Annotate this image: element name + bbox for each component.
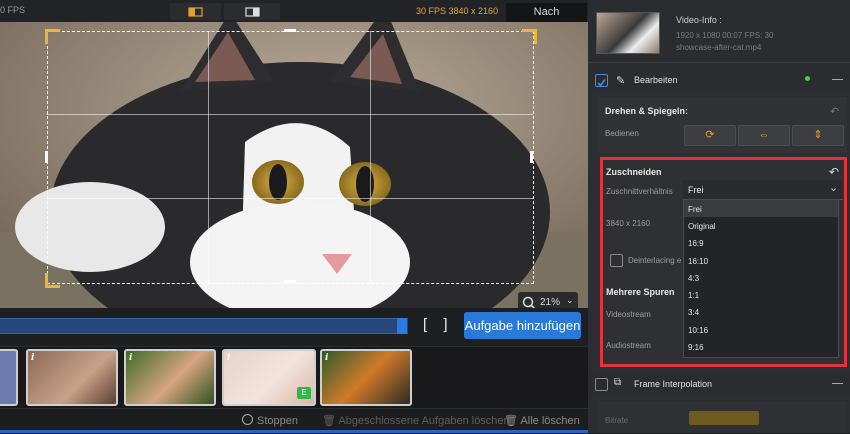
info-badge: i (31, 353, 35, 363)
ratio-option[interactable]: Frei (688, 205, 702, 214)
view-split-button[interactable] (224, 3, 280, 20)
crop-handle[interactable] (284, 29, 296, 32)
stop-button[interactable]: Stoppen (242, 414, 298, 427)
crop-handle[interactable] (45, 151, 48, 163)
stop-icon (242, 414, 253, 425)
crop-handle[interactable] (522, 29, 537, 44)
clear-completed-button[interactable]: 🗑 Abgeschlossene Aufgaben löschen (322, 414, 510, 427)
playhead-handle[interactable] (397, 318, 407, 334)
view-single-button[interactable] (170, 3, 221, 20)
clip-thumbnail[interactable]: i (320, 349, 412, 406)
operate-label: Bedienen (605, 129, 639, 138)
add-task-button[interactable]: Aufgabe hinzufügen (464, 312, 581, 339)
crop-title: Zuschneiden (606, 167, 662, 177)
clip-thumbnail[interactable]: i E (222, 349, 316, 406)
interp-icon: ⧉ (614, 377, 622, 388)
edited-badge: E (297, 387, 311, 399)
tracks-title: Mehrere Spuren (606, 287, 675, 297)
video-preview[interactable]: 21% ⌄ (0, 22, 588, 308)
edit-header: ✎ Bearbeiten (588, 66, 850, 92)
collapse-icon[interactable] (832, 383, 843, 384)
info-filename: showcase-after-cat.mp4 (676, 43, 762, 52)
timeline-track[interactable] (0, 318, 408, 334)
edit-checkbox[interactable] (595, 74, 608, 87)
crop-handle[interactable] (284, 280, 296, 283)
split-view-icon (245, 7, 260, 17)
fps-right: 30 FPS 3840 x 2160 (416, 6, 499, 16)
collapse-icon[interactable] (832, 79, 843, 80)
ratio-option[interactable]: 4:3 (688, 274, 699, 283)
trash-icon: 🗑 (504, 415, 521, 427)
video-thumbnail (596, 12, 660, 54)
clear-all-button[interactable]: 🗑 Alle löschen (504, 414, 580, 427)
flip-vertical-icon: ⇕ (813, 129, 823, 141)
info-title: Video-Info : (676, 15, 722, 25)
ratio-option[interactable]: 3:4 (688, 308, 699, 317)
fps-left: 0 FPS (0, 5, 26, 15)
bitrate-label: Bitrate (605, 416, 629, 425)
clip-thumbnail[interactable]: i (26, 349, 118, 406)
ratio-dropdown[interactable]: Frei Original 16:9 16:10 4:3 1:1 3:4 10:… (683, 199, 839, 358)
crop-handle[interactable] (45, 29, 60, 44)
ratio-value: Frei (688, 185, 704, 195)
task-bar: Stoppen 🗑 Abgeschlossene Aufgaben lösche… (0, 408, 588, 434)
reset-icon[interactable]: ↶ (829, 165, 839, 179)
crop-frame[interactable] (47, 31, 534, 284)
ratio-option[interactable]: 16:10 (688, 257, 708, 266)
zoom-value: 21% (540, 297, 561, 308)
grid-line (47, 114, 533, 115)
interp-checkbox[interactable] (595, 378, 608, 391)
info-meta: 1920 x 1080 00:07 FPS: 30 (676, 31, 774, 40)
preview-toolbar: 0 FPS 30 FPS 3840 x 2160 Nach (0, 0, 588, 22)
interp-section: Bitrate (597, 401, 847, 433)
flip-horizontal-icon: ⇔ (758, 129, 770, 141)
info-badge: i (129, 353, 133, 363)
video-info: Video-Info : 1920 x 1080 00:07 FPS: 30 s… (588, 0, 850, 63)
edit-label: Bearbeiten (634, 75, 678, 85)
info-badge: i (325, 353, 329, 363)
ratio-label: Zuschnittverhältnis (606, 187, 673, 196)
ratio-option[interactable]: Original (688, 222, 716, 231)
check-icon (597, 79, 606, 87)
interp-header: ⧉ Frame Interpolation (588, 372, 850, 396)
bitrate-select[interactable] (689, 411, 759, 425)
grid-line (370, 31, 371, 283)
trash-icon: 🗑 (322, 415, 339, 427)
selected-option-highlight (684, 200, 838, 217)
crop-handle[interactable] (45, 273, 60, 288)
clip-thumbnail[interactable] (0, 349, 18, 406)
reset-icon[interactable]: ↶ (830, 105, 839, 118)
edit-icon: ✎ (616, 75, 626, 87)
deinterlace-checkbox[interactable] (610, 254, 623, 267)
flip-horizontal-button[interactable]: ⇔ (738, 125, 790, 146)
chevron-down-icon: ⌄ (566, 295, 574, 305)
info-badge: i (227, 353, 231, 363)
resolution-label: 3840 x 2160 (606, 219, 651, 228)
flip-vertical-button[interactable]: ⇕ (792, 125, 844, 146)
ratio-option[interactable]: 16:9 (688, 239, 704, 248)
deinterlace-label: Deinterlacing e (628, 256, 682, 265)
rotate-title: Drehen & Spiegeln: (605, 106, 689, 116)
zoom-control[interactable]: 21% ⌄ (518, 292, 578, 308)
clip-thumbnail[interactable]: i (124, 349, 216, 406)
status-dot (805, 76, 810, 81)
audio-stream-label: Audiostream (606, 341, 651, 350)
grid-line (208, 31, 209, 283)
trim-brackets[interactable]: [ ] (423, 316, 454, 333)
grid-line (47, 198, 533, 199)
ratio-option[interactable]: 9:16 (688, 343, 704, 352)
ratio-option[interactable]: 1:1 (688, 291, 699, 300)
zoom-icon (522, 296, 536, 308)
video-stream-label: Videostream (606, 310, 651, 319)
interp-label: Frame Interpolation (634, 379, 713, 389)
ratio-select[interactable]: Frei ⌄ (683, 180, 843, 200)
single-view-icon (188, 7, 203, 17)
rotate-icon: ⟳ (705, 129, 715, 141)
chevron-down-icon: ⌄ (829, 182, 839, 194)
ratio-option[interactable]: 10:16 (688, 326, 708, 335)
rotate-button[interactable]: ⟳ (684, 125, 736, 146)
crop-handle[interactable] (530, 151, 533, 163)
tab-nach[interactable]: Nach (506, 3, 587, 22)
